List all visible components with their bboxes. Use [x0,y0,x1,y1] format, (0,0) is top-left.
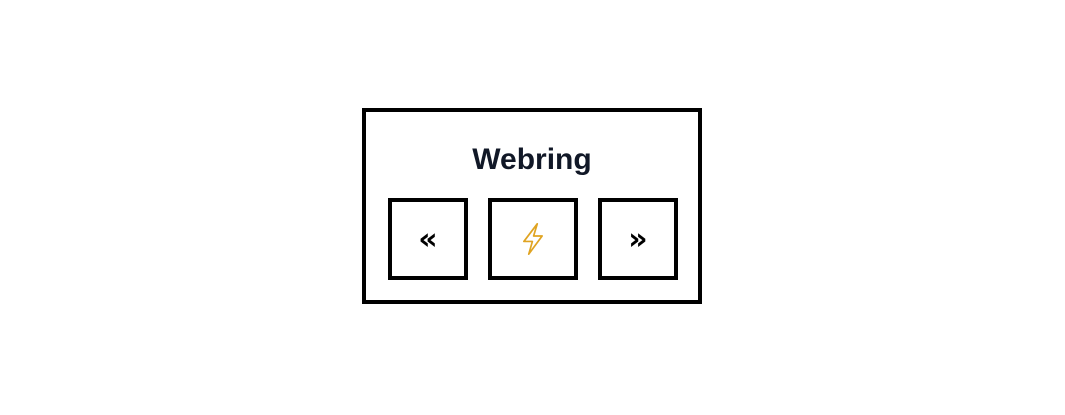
double-chevron-right-icon: » [628,222,648,257]
webring-title: Webring [472,143,592,176]
previous-site-button[interactable]: « [388,198,468,280]
lightning-bolt-icon [523,222,543,256]
next-site-button[interactable]: » [598,198,678,280]
webring-widget: Webring « » [362,108,702,304]
double-chevron-left-icon: « [418,222,438,257]
random-site-button[interactable] [488,198,578,280]
